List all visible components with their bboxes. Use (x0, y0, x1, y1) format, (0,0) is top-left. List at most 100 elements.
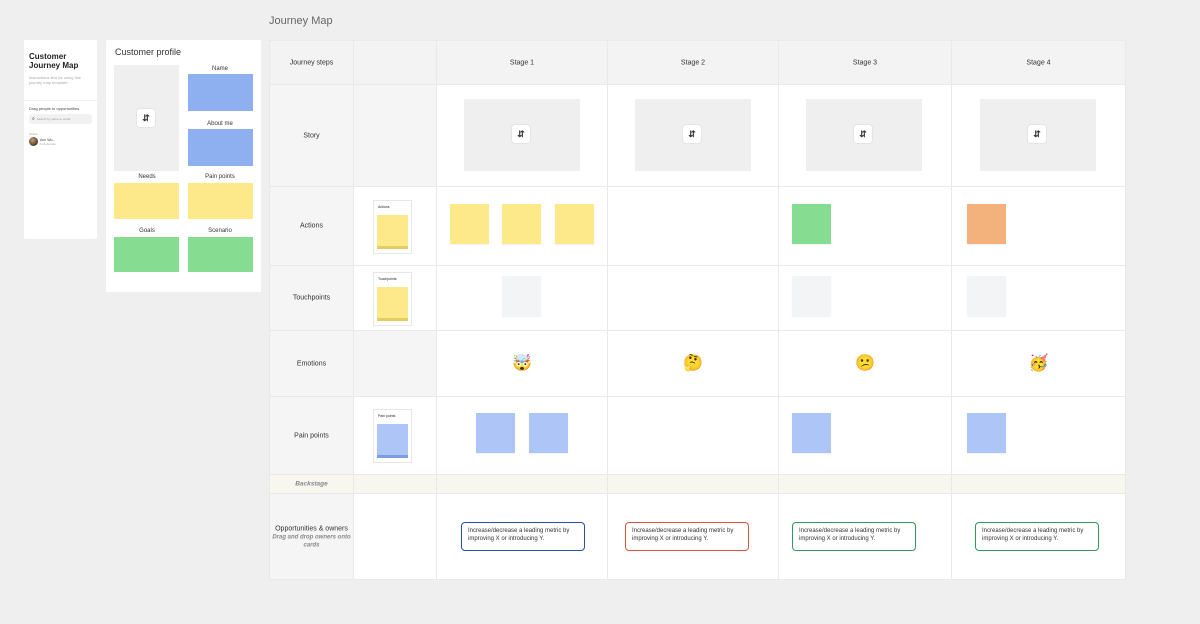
template-description: Instructions text for using this journey… (29, 75, 81, 85)
thinking-face-emoji-icon[interactable]: 🤔 (683, 355, 703, 372)
goals-field-label: Goals (139, 228, 155, 234)
stage-2-label: Stage 2 (680, 59, 706, 66)
about-field-label: About me (207, 121, 233, 127)
header-journey-steps: Journey steps (270, 41, 353, 84)
pain-points-label: Pain points (294, 432, 329, 439)
touchpoints-cell-stage-2 (608, 266, 778, 330)
pain-point-sticky[interactable] (476, 413, 515, 453)
partying-face-emoji-icon[interactable]: 🥳 (1029, 355, 1049, 372)
touchpoints-stack-cell: Touchpoints (354, 266, 436, 330)
needs-sticky[interactable] (114, 183, 179, 219)
story-cell-stage-3: ⇵ (779, 85, 951, 186)
stage-4-label: Stage 4 (1026, 59, 1051, 66)
pain-points-sticky[interactable] (188, 183, 253, 219)
stack-sticky (377, 424, 408, 458)
pain-points-cell-stage-1 (437, 397, 607, 474)
about-sticky[interactable] (188, 129, 253, 166)
scenario-field-label: Scenario (208, 228, 232, 234)
journey-map-grid: Journey steps Stage 1 Stage 2 Stage 3 St… (269, 40, 1126, 580)
pain-points-cell-stage-2 (608, 397, 778, 474)
story-cell-stage-4: ⇵ (952, 85, 1125, 186)
story-image-placeholder[interactable]: ⇵ (980, 99, 1096, 171)
pain-points-cell-stage-4 (952, 397, 1125, 474)
row-label-actions: Actions (270, 187, 353, 265)
swap-image-icon[interactable]: ⇵ (683, 125, 701, 143)
story-image-placeholder[interactable]: ⇵ (464, 99, 580, 171)
profile-title: Customer profile (115, 47, 182, 57)
backstage-cell (354, 475, 436, 493)
touchpoints-cell-stage-3 (779, 266, 951, 330)
people-search-input[interactable]: ⌕ Search by name or email (29, 114, 92, 124)
story-label: Story (303, 132, 320, 139)
touchpoints-cell-stage-1 (437, 266, 607, 330)
header-stage-1[interactable]: Stage 1 (437, 41, 607, 84)
emotions-cell-stage-1: 🤯 (437, 331, 607, 396)
stage-1-label: Stage 1 (509, 59, 535, 66)
opportunity-card[interactable]: Increase/decrease a leading metric by im… (461, 522, 585, 551)
row-label-pain-points: Pain points (270, 397, 353, 474)
action-sticky[interactable] (555, 204, 594, 244)
opportunities-label: Opportunities & owners Drag and drop own… (270, 524, 353, 549)
story-image-placeholder[interactable]: ⇵ (635, 99, 751, 171)
exploding-head-emoji-icon[interactable]: 🤯 (512, 355, 532, 372)
header-stage-2[interactable]: Stage 2 (608, 41, 778, 84)
swap-image-icon[interactable]: ⇵ (137, 109, 155, 127)
header-stage-4[interactable]: Stage 4 (952, 41, 1125, 84)
touchpoint-card[interactable] (502, 276, 541, 316)
pain-points-sticky-stack[interactable]: Pain points (374, 410, 411, 462)
header-stage-3[interactable]: Stage 3 (779, 41, 951, 84)
actions-sticky-stack[interactable]: Actions (374, 201, 411, 253)
backstage-label: Backstage (295, 480, 328, 488)
story-blank-cell (354, 85, 436, 186)
name-sticky[interactable] (188, 74, 253, 111)
story-cell-stage-1: ⇵ (437, 85, 607, 186)
row-label-emotions: Emotions (270, 331, 353, 396)
scenario-sticky[interactable] (188, 237, 253, 272)
touchpoint-card[interactable] (967, 276, 1006, 316)
pain-point-sticky[interactable] (792, 413, 831, 453)
touchpoint-card[interactable] (792, 276, 831, 316)
action-sticky[interactable] (502, 204, 541, 244)
action-sticky[interactable] (967, 204, 1006, 244)
opportunities-cell-stage-1: Increase/decrease a leading metric by im… (437, 494, 607, 579)
customer-profile-card: Customer profile ⇵ Name About me Needs P… (106, 40, 261, 292)
swap-image-icon[interactable]: ⇵ (512, 125, 530, 143)
touchpoints-label: Touchpoints (292, 294, 331, 302)
touchpoints-sticky-stack[interactable]: Touchpoints (374, 273, 411, 325)
confused-face-emoji-icon[interactable]: 😕 (855, 355, 875, 372)
story-image-placeholder[interactable]: ⇵ (806, 99, 922, 171)
person-subtitle: Collaborator (40, 142, 57, 146)
journey-steps-label: Journey steps (289, 59, 334, 66)
pain-points-field-label: Pain points (205, 174, 235, 180)
opportunities-cell-stage-3: Increase/decrease a leading metric by im… (779, 494, 951, 579)
action-sticky[interactable] (450, 204, 489, 244)
pain-point-sticky[interactable] (967, 413, 1006, 453)
swap-image-icon[interactable]: ⇵ (854, 125, 872, 143)
swap-image-icon[interactable]: ⇵ (1028, 125, 1046, 143)
pain-point-sticky[interactable] (529, 413, 568, 453)
actions-cell-stage-3 (779, 187, 951, 265)
backstage-cell (952, 475, 1125, 493)
emotions-cell-stage-3: 😕 (779, 331, 951, 396)
profile-photo-placeholder[interactable]: ⇵ (114, 65, 179, 171)
journey-map-title: Journey Map (269, 15, 333, 27)
person-item[interactable]: Ann Wu... Collaborator (29, 137, 89, 147)
backstage-cell (608, 475, 778, 493)
opportunity-card[interactable]: Increase/decrease a leading metric by im… (792, 522, 916, 551)
story-cell-stage-2: ⇵ (608, 85, 778, 186)
needs-field-label: Needs (138, 174, 156, 180)
stack-sticky (377, 215, 408, 249)
actions-label: Actions (300, 222, 323, 230)
goals-sticky[interactable] (114, 237, 179, 272)
opportunity-card[interactable]: Increase/decrease a leading metric by im… (625, 522, 749, 551)
emotions-label: Emotions (296, 360, 327, 367)
action-sticky[interactable] (792, 204, 831, 244)
row-label-story: Story (270, 85, 353, 186)
opportunity-card[interactable]: Increase/decrease a leading metric by im… (975, 522, 1099, 551)
backstage-cell (779, 475, 951, 493)
actions-cell-stage-1 (437, 187, 607, 265)
pain-points-stack-cell: Pain points (354, 397, 436, 474)
backstage-cell (437, 475, 607, 493)
drag-people-label: Drag people to opportunities (29, 106, 80, 111)
search-placeholder: Search by name or email (36, 117, 71, 121)
